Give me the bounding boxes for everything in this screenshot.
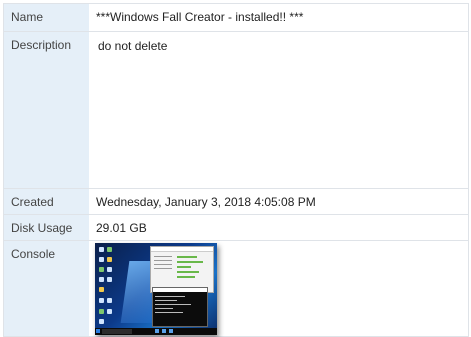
taskbar-app-icon bbox=[155, 329, 159, 333]
created-label: Created bbox=[4, 189, 89, 214]
desktop-icon bbox=[99, 298, 104, 303]
taskbar bbox=[95, 328, 217, 335]
disk-usage-label: Disk Usage bbox=[4, 215, 89, 240]
desktop-icon bbox=[99, 247, 104, 252]
console-cell bbox=[89, 241, 468, 336]
start-icon bbox=[96, 329, 100, 333]
taskbar-search-box bbox=[102, 329, 132, 334]
name-row: Name ***Windows Fall Creator - installed… bbox=[4, 4, 468, 31]
desktop-icon bbox=[99, 257, 104, 262]
created-value: Wednesday, January 3, 2018 4:05:08 PM bbox=[96, 195, 316, 209]
desktop-icon bbox=[99, 319, 104, 324]
desktop-icon bbox=[107, 247, 112, 252]
desktop-icon bbox=[107, 277, 112, 282]
desktop-icon bbox=[107, 257, 112, 262]
console-thumbnail[interactable] bbox=[95, 243, 217, 335]
name-label: Name bbox=[4, 4, 89, 31]
desktop-icon bbox=[107, 309, 112, 314]
desktop-icon bbox=[99, 309, 104, 314]
name-value: ***Windows Fall Creator - installed!! **… bbox=[96, 10, 304, 24]
command-prompt-window bbox=[152, 287, 208, 327]
disk-usage-value: 29.01 GB bbox=[96, 221, 147, 235]
description-row: Description do not delete bbox=[4, 31, 468, 188]
desktop-icon bbox=[99, 277, 104, 282]
app-window bbox=[150, 246, 214, 293]
console-row: Console bbox=[4, 240, 468, 336]
description-value: do not delete bbox=[98, 39, 168, 53]
desktop-icon bbox=[99, 267, 104, 272]
created-row: Created Wednesday, January 3, 2018 4:05:… bbox=[4, 188, 468, 214]
desktop-icon bbox=[107, 298, 112, 303]
desktop-icon bbox=[107, 267, 112, 272]
console-label: Console bbox=[4, 241, 89, 336]
disk-usage-row: Disk Usage 29.01 GB bbox=[4, 214, 468, 240]
taskbar-app-icon bbox=[162, 329, 166, 333]
vm-properties-table: Name ***Windows Fall Creator - installed… bbox=[3, 3, 469, 337]
description-label: Description bbox=[4, 32, 89, 188]
desktop-icon bbox=[99, 287, 104, 292]
taskbar-app-icon bbox=[169, 329, 173, 333]
